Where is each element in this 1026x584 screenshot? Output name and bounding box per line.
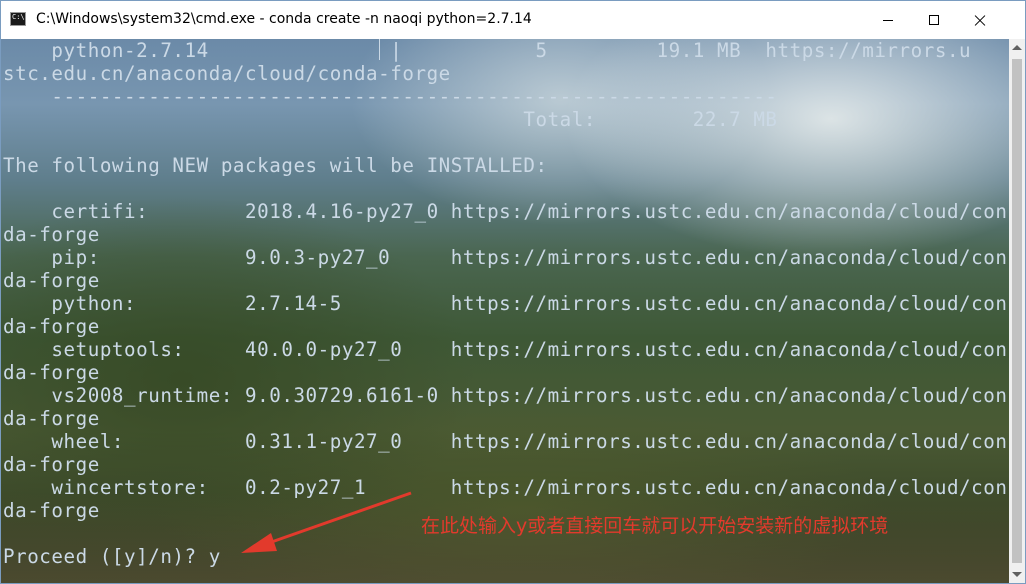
scroll-down-icon[interactable]: [1012, 572, 1022, 577]
vertical-scrollbar[interactable]: [1009, 39, 1025, 583]
cmd-window: C:\ C:\Windows\system32\cmd.exe - conda …: [0, 0, 1026, 584]
scroll-up-icon[interactable]: [1012, 45, 1022, 50]
scrollbar-thumb[interactable]: [1012, 59, 1022, 563]
annotation-arrow-icon: [241, 491, 412, 553]
annotation-text: 在此处输入y或者直接回车就可以开始安装新的虚拟环境: [421, 515, 889, 537]
